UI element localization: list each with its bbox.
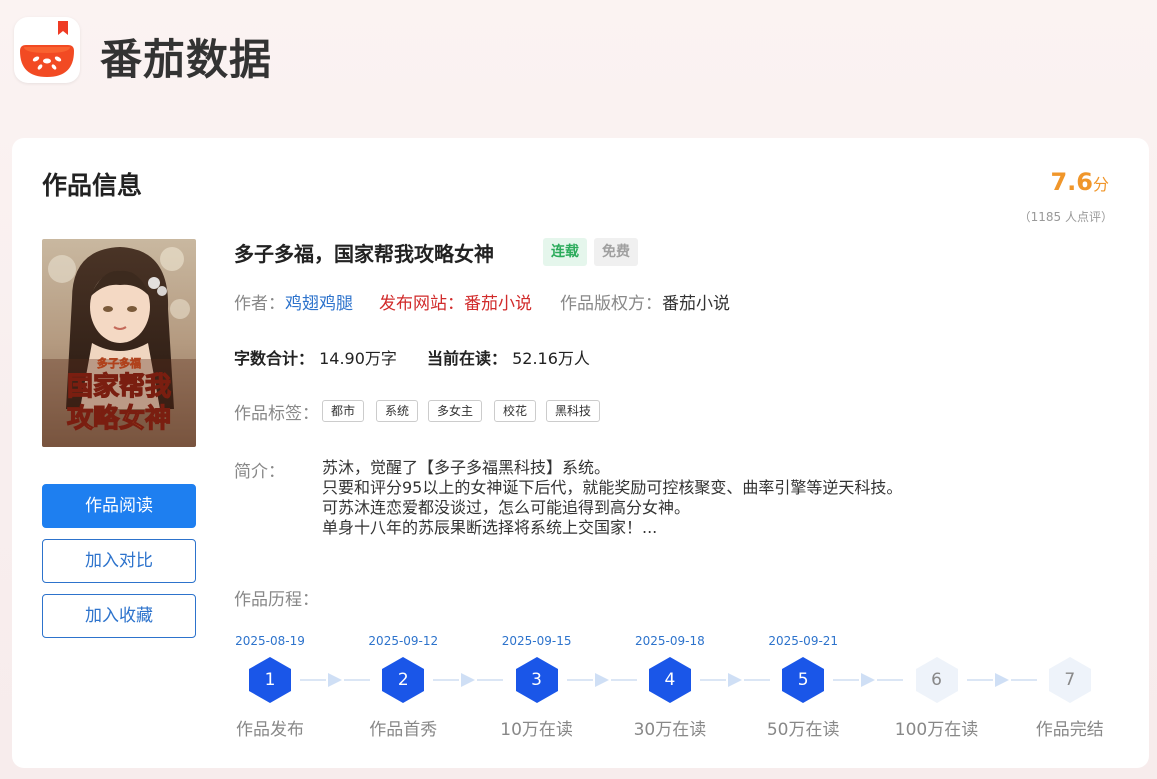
tomato-logo-icon[interactable]: [14, 17, 80, 83]
read-button[interactable]: 作品阅读: [42, 484, 196, 528]
top-header: 番茄数据: [0, 0, 1157, 130]
word-count: 字数合计： 14.90万字: [234, 345, 397, 369]
timeline-step-label: 50万在读: [766, 720, 840, 740]
work-info-card: 作品信息 7.6分 （1185 人点评） 多子多福 国家帮我 攻略女神 作品阅读…: [12, 138, 1149, 768]
timeline-arrow-icon: [966, 673, 1037, 687]
score-count: （1185 人点评）: [1018, 210, 1113, 224]
timeline-date: 2025-09-12: [368, 634, 439, 648]
timeline-arrow-icon: [566, 673, 637, 687]
timeline-arrow-icon: [433, 673, 504, 687]
word-count-value: 14.90万字: [319, 349, 397, 368]
copyright-label: 作品版权方：: [560, 294, 662, 314]
tag-item[interactable]: 校花: [494, 400, 537, 422]
timeline-step-number: 6: [931, 670, 942, 690]
card-title: 作品信息: [42, 171, 143, 200]
tag-item[interactable]: 都市: [322, 400, 365, 422]
history-label: 作品历程：: [234, 590, 319, 610]
timeline-step-label: 10万在读: [500, 720, 573, 740]
tags-label: 作品标签：: [234, 404, 319, 424]
score: 7.6分: [1050, 168, 1109, 196]
intro-line: 可苏沐连恋爱都没谈过，怎么可能追得到高分女神。: [322, 498, 691, 517]
cover-small-title: 多子多福: [97, 356, 141, 370]
author-row: 作者：鸡翅鸡腿: [234, 289, 353, 314]
tag-item[interactable]: 多女主: [428, 400, 483, 422]
site-link[interactable]: 番茄小说: [464, 294, 532, 314]
site-label: 发布网站：: [379, 294, 464, 314]
add-compare-button[interactable]: 加入对比: [42, 539, 196, 583]
intro-label: 简介：: [234, 462, 285, 482]
brand-name: 番茄数据: [100, 35, 273, 84]
author-label: 作者：: [234, 294, 285, 314]
tag-item[interactable]: 黑科技: [546, 400, 601, 422]
site-row: 发布网站：番茄小说: [379, 289, 532, 314]
copyright-value: 番茄小说: [662, 294, 730, 314]
timeline-arrow-icon: [833, 673, 904, 687]
intro-line: 单身十八年的苏辰果断选择将系统上交国家！...: [322, 518, 658, 537]
book-cover[interactable]: 多子多福 国家帮我 攻略女神: [42, 239, 196, 447]
price-badge: 免费: [594, 238, 638, 266]
timeline-date: 2025-09-15: [501, 634, 572, 648]
timeline-step-number: 3: [531, 670, 542, 690]
timeline-step-label: 作品发布: [236, 720, 304, 740]
tag-item[interactable]: 系统: [376, 400, 419, 422]
readers-value: 52.16万人: [512, 349, 590, 368]
timeline-date: 2025-09-21: [768, 634, 839, 648]
intro-text: 苏沐，觉醒了【多子多福黑科技】系统。 只要和评分95以上的女神诞下后代，就能奖励…: [322, 458, 1082, 538]
timeline-step-number: 4: [664, 670, 676, 690]
cover-title-line1: 国家帮我: [67, 371, 171, 402]
add-favorite-button[interactable]: 加入收藏: [42, 594, 196, 638]
readers-count: 当前在读： 52.16万人: [427, 345, 590, 369]
timeline-arrow-icon: [300, 673, 370, 687]
book-title: 多子多福，国家帮我攻略女神: [234, 242, 494, 266]
score-value: 7.6: [1050, 168, 1093, 196]
timeline-step-number: 7: [1064, 670, 1076, 690]
status-badge: 连载: [543, 238, 587, 266]
timeline-step-label: 30万在读: [633, 720, 707, 740]
timeline-step-number: 2: [397, 670, 409, 690]
timeline-step-number: 1: [264, 670, 276, 690]
score-unit: 分: [1092, 175, 1109, 194]
timeline-step-label: 作品首秀: [369, 720, 438, 740]
timeline-arrow-icon: [699, 673, 770, 687]
readers-label: 当前在读：: [427, 349, 508, 368]
cover-title-line2: 攻略女神: [67, 403, 171, 434]
timeline-date: 2025-08-19: [235, 634, 305, 648]
word-count-label: 字数合计：: [234, 349, 315, 368]
intro-line: 苏沐，觉醒了【多子多福黑科技】系统。: [322, 458, 611, 477]
intro-line: 只要和评分95以上的女神诞下后代，就能奖励可控核聚变、曲率引擎等逆天科技。: [322, 478, 903, 497]
author-link[interactable]: 鸡翅鸡腿: [285, 294, 353, 314]
timeline-step-label: 100万在读: [894, 720, 979, 740]
timeline-step-number: 5: [797, 670, 809, 690]
copyright-row: 作品版权方：番茄小说: [560, 289, 730, 314]
timeline-date: 2025-09-18: [635, 634, 705, 648]
timeline-step-label: 作品完结: [1035, 720, 1104, 740]
